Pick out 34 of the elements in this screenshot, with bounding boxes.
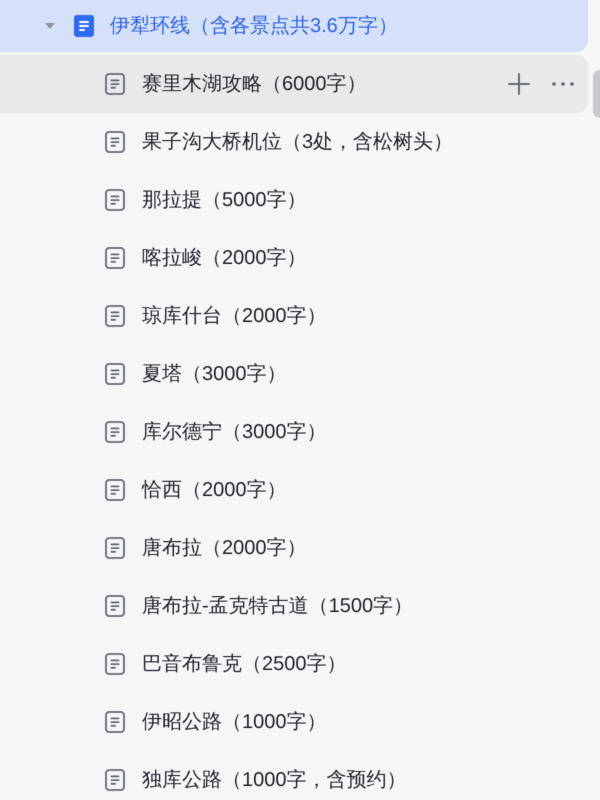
document-icon bbox=[105, 537, 125, 559]
scrollbar-thumb[interactable] bbox=[593, 70, 600, 118]
document-icon bbox=[105, 305, 125, 327]
item-title[interactable]: 喀拉峻（2000字） bbox=[142, 243, 306, 273]
document-icon bbox=[105, 73, 125, 95]
tree-item[interactable]: 赛里木湖攻略（6000字） bbox=[0, 55, 588, 113]
item-title[interactable]: 唐布拉-孟克特古道（1500字） bbox=[142, 591, 414, 621]
item-title[interactable]: 琼库什台（2000字） bbox=[142, 301, 326, 331]
plus-icon[interactable] bbox=[508, 73, 530, 95]
item-title[interactable]: 巴音布鲁克（2500字） bbox=[142, 649, 346, 679]
item-title[interactable]: 夏塔（3000字） bbox=[142, 359, 286, 389]
item-title[interactable]: 伊犁环线（含各景点共3.6万字） bbox=[110, 11, 398, 41]
document-icon bbox=[105, 363, 125, 385]
document-icon bbox=[105, 711, 125, 733]
item-title[interactable]: 库尔德宁（3000字） bbox=[142, 417, 326, 447]
item-title[interactable]: 赛里木湖攻略（6000字） bbox=[142, 69, 366, 99]
document-icon bbox=[105, 421, 125, 443]
item-title[interactable]: 那拉提（5000字） bbox=[142, 185, 306, 215]
document-icon bbox=[74, 15, 94, 37]
item-title[interactable]: 伊昭公路（1000字） bbox=[142, 707, 326, 737]
item-title[interactable]: 果子沟大桥机位（3处，含松树头） bbox=[142, 127, 454, 157]
document-icon bbox=[105, 479, 125, 501]
more-icon[interactable] bbox=[552, 82, 574, 86]
document-icon bbox=[105, 189, 125, 211]
item-title[interactable]: 恰西（2000字） bbox=[142, 475, 286, 505]
document-icon bbox=[105, 769, 125, 791]
document-icon bbox=[105, 131, 125, 153]
tree-item[interactable]: 伊犁环线（含各景点共3.6万字） bbox=[0, 0, 588, 52]
document-icon bbox=[105, 247, 125, 269]
document-icon bbox=[105, 595, 125, 617]
item-title[interactable]: 独库公路（1000字，含预约） bbox=[142, 765, 406, 795]
document-icon bbox=[105, 653, 125, 675]
item-title[interactable]: 唐布拉（2000字） bbox=[142, 533, 306, 563]
caret-icon[interactable] bbox=[44, 21, 56, 31]
